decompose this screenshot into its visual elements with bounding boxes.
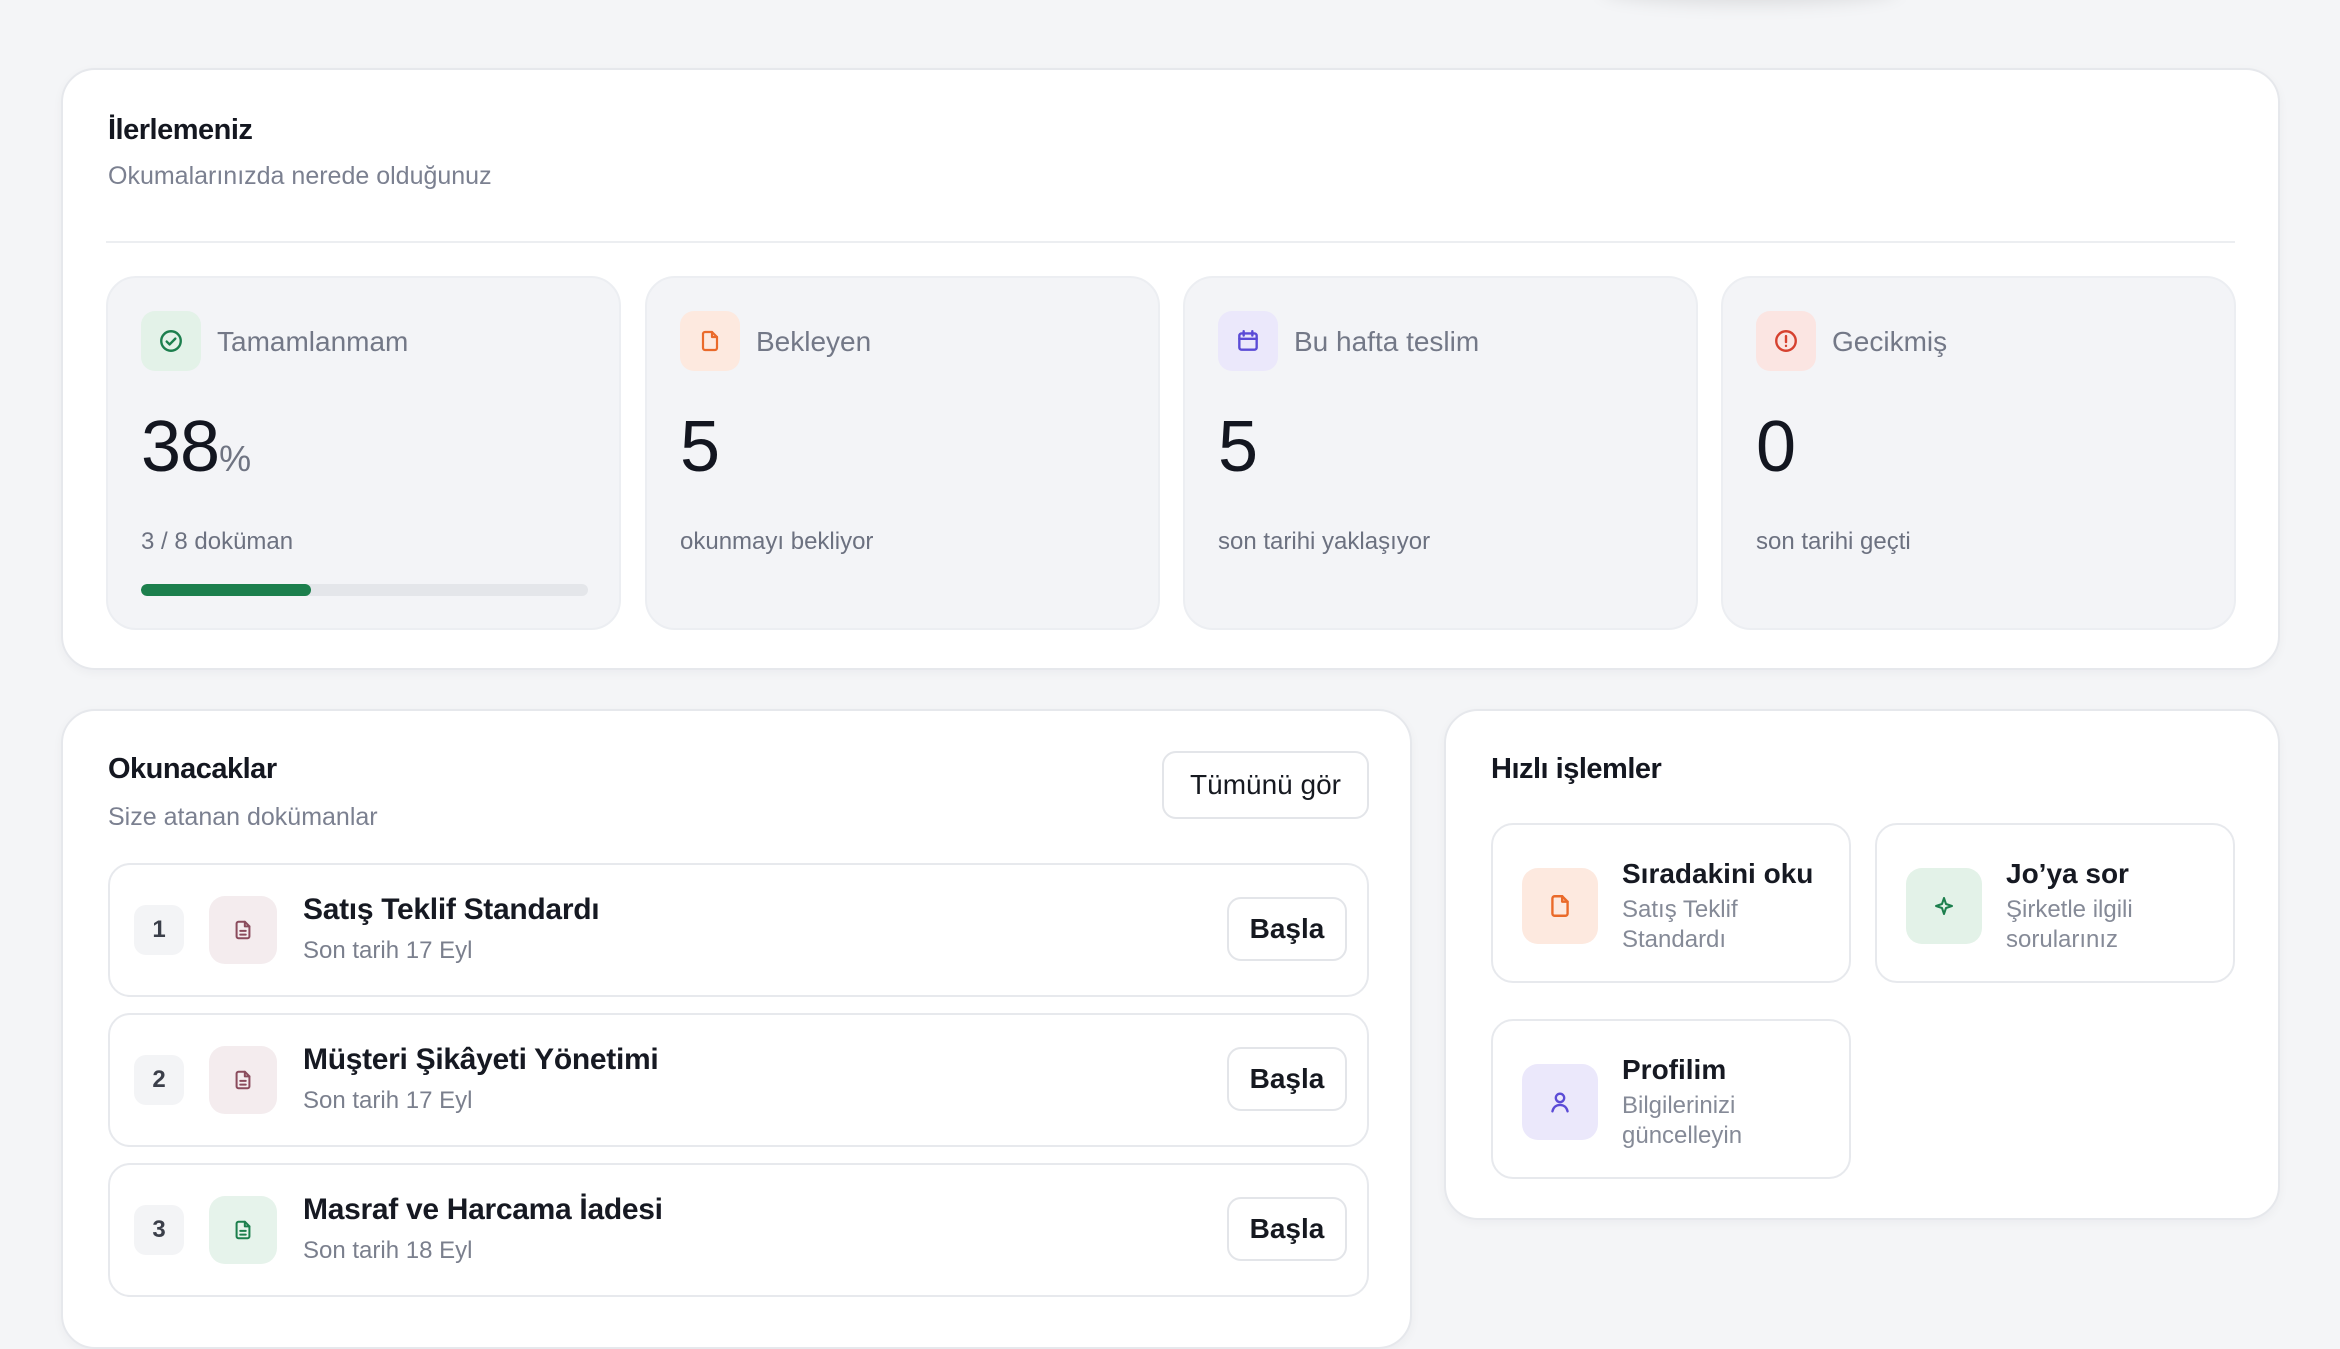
progress-subtitle: Okumalarınızda nerede olduğunuz [108,162,492,190]
see-all-button[interactable]: Tümünü gör [1162,751,1369,819]
stat-pending: Bekleyen 5 okunmayı bekliyor [645,276,1160,630]
alert-circle-icon [1756,311,1816,371]
list-item[interactable]: 2 Müşteri Şikâyeti Yönetimi Son tarih 17… [108,1013,1369,1147]
stat-overdue: Gecikmiş 0 son tarihi geçti [1721,276,2236,630]
action-title: Jo’ya sor [2006,858,2129,889]
stat-label: Tamamlanmam [217,326,409,357]
action-read-next[interactable]: Sıradakini oku Satış Teklif Standardı [1491,823,1851,983]
progress-title: İlerlemeniz [108,114,253,146]
item-number: 1 [134,905,184,955]
document-text-icon [209,1196,277,1264]
progress-bar [141,584,588,596]
sparkle-icon [1906,868,1982,944]
start-button[interactable]: Başla [1227,1197,1347,1261]
stat-note: okunmayı bekliyor [680,528,874,555]
stat-note: son tarihi geçti [1756,528,1911,555]
document-icon [680,311,740,371]
stat-completed: Tamamlanmam 38% 3 / 8 doküman [106,276,621,630]
item-title: Müşteri Şikâyeti Yönetimi [303,1043,659,1076]
stat-label: Bekleyen [756,326,872,357]
stat-due-this-week: Bu hafta teslim 5 son tarihi yaklaşıyor [1183,276,1698,630]
stat-number: 38 [141,407,220,487]
item-number: 3 [134,1205,184,1255]
item-title: Masraf ve Harcama İadesi [303,1193,663,1226]
item-number: 2 [134,1055,184,1105]
stat-value: 5 [680,407,720,487]
user-icon [1522,1064,1598,1140]
action-ask-jo[interactable]: Jo’ya sor Şirketle ilgili sorularınız [1875,823,2235,983]
action-subtitle: Bilgilerinizi güncelleyin [1622,1092,1743,1149]
stat-note: son tarihi yaklaşıyor [1218,528,1431,555]
stat-label: Bu hafta teslim [1294,326,1480,357]
stat-value: 38% [141,406,251,488]
reading-title: Okunacaklar [108,753,277,785]
stat-note: 3 / 8 doküman [141,528,294,555]
quick-actions-title: Hızlı işlemler [1491,753,1662,785]
stat-value: 0 [1756,407,1796,487]
action-title: Sıradakini oku [1622,858,1814,889]
start-button[interactable]: Başla [1227,897,1347,961]
document-text-icon [209,1046,277,1114]
check-circle-icon [141,311,201,371]
item-title: Satış Teklif Standardı [303,893,600,926]
action-my-profile[interactable]: Profilim Bilgilerinizi güncelleyin [1491,1019,1851,1179]
stat-value: 5 [1218,407,1258,487]
quick-actions-card: Hızlı işlemler Sıradakini oku Satış Tekl… [1444,709,2280,1220]
start-button[interactable]: Başla [1227,1047,1347,1111]
stat-unit: % [219,438,251,479]
stat-label: Gecikmiş [1832,326,1948,357]
document-text-icon [209,896,277,964]
item-due: Son tarih 17 Eyl [303,937,473,964]
list-item[interactable]: 3 Masraf ve Harcama İadesi Son tarih 18 … [108,1163,1369,1297]
action-subtitle: Satış Teklif Standardı [1622,896,1738,953]
action-title: Profilim [1622,1054,1727,1085]
divider [106,241,2235,243]
document-icon [1522,868,1598,944]
list-item[interactable]: 1 Satış Teklif Standardı Son tarih 17 Ey… [108,863,1369,997]
action-subtitle: Şirketle ilgili sorularınız [2006,896,2133,953]
reading-subtitle: Size atanan dokümanlar [108,803,378,831]
item-due: Son tarih 17 Eyl [303,1087,473,1114]
item-due: Son tarih 18 Eyl [303,1237,473,1264]
reading-list-card: Okunacaklar Size atanan dokümanlar Tümün… [61,709,1412,1349]
calendar-icon [1218,311,1278,371]
progress-bar-fill [141,584,311,596]
